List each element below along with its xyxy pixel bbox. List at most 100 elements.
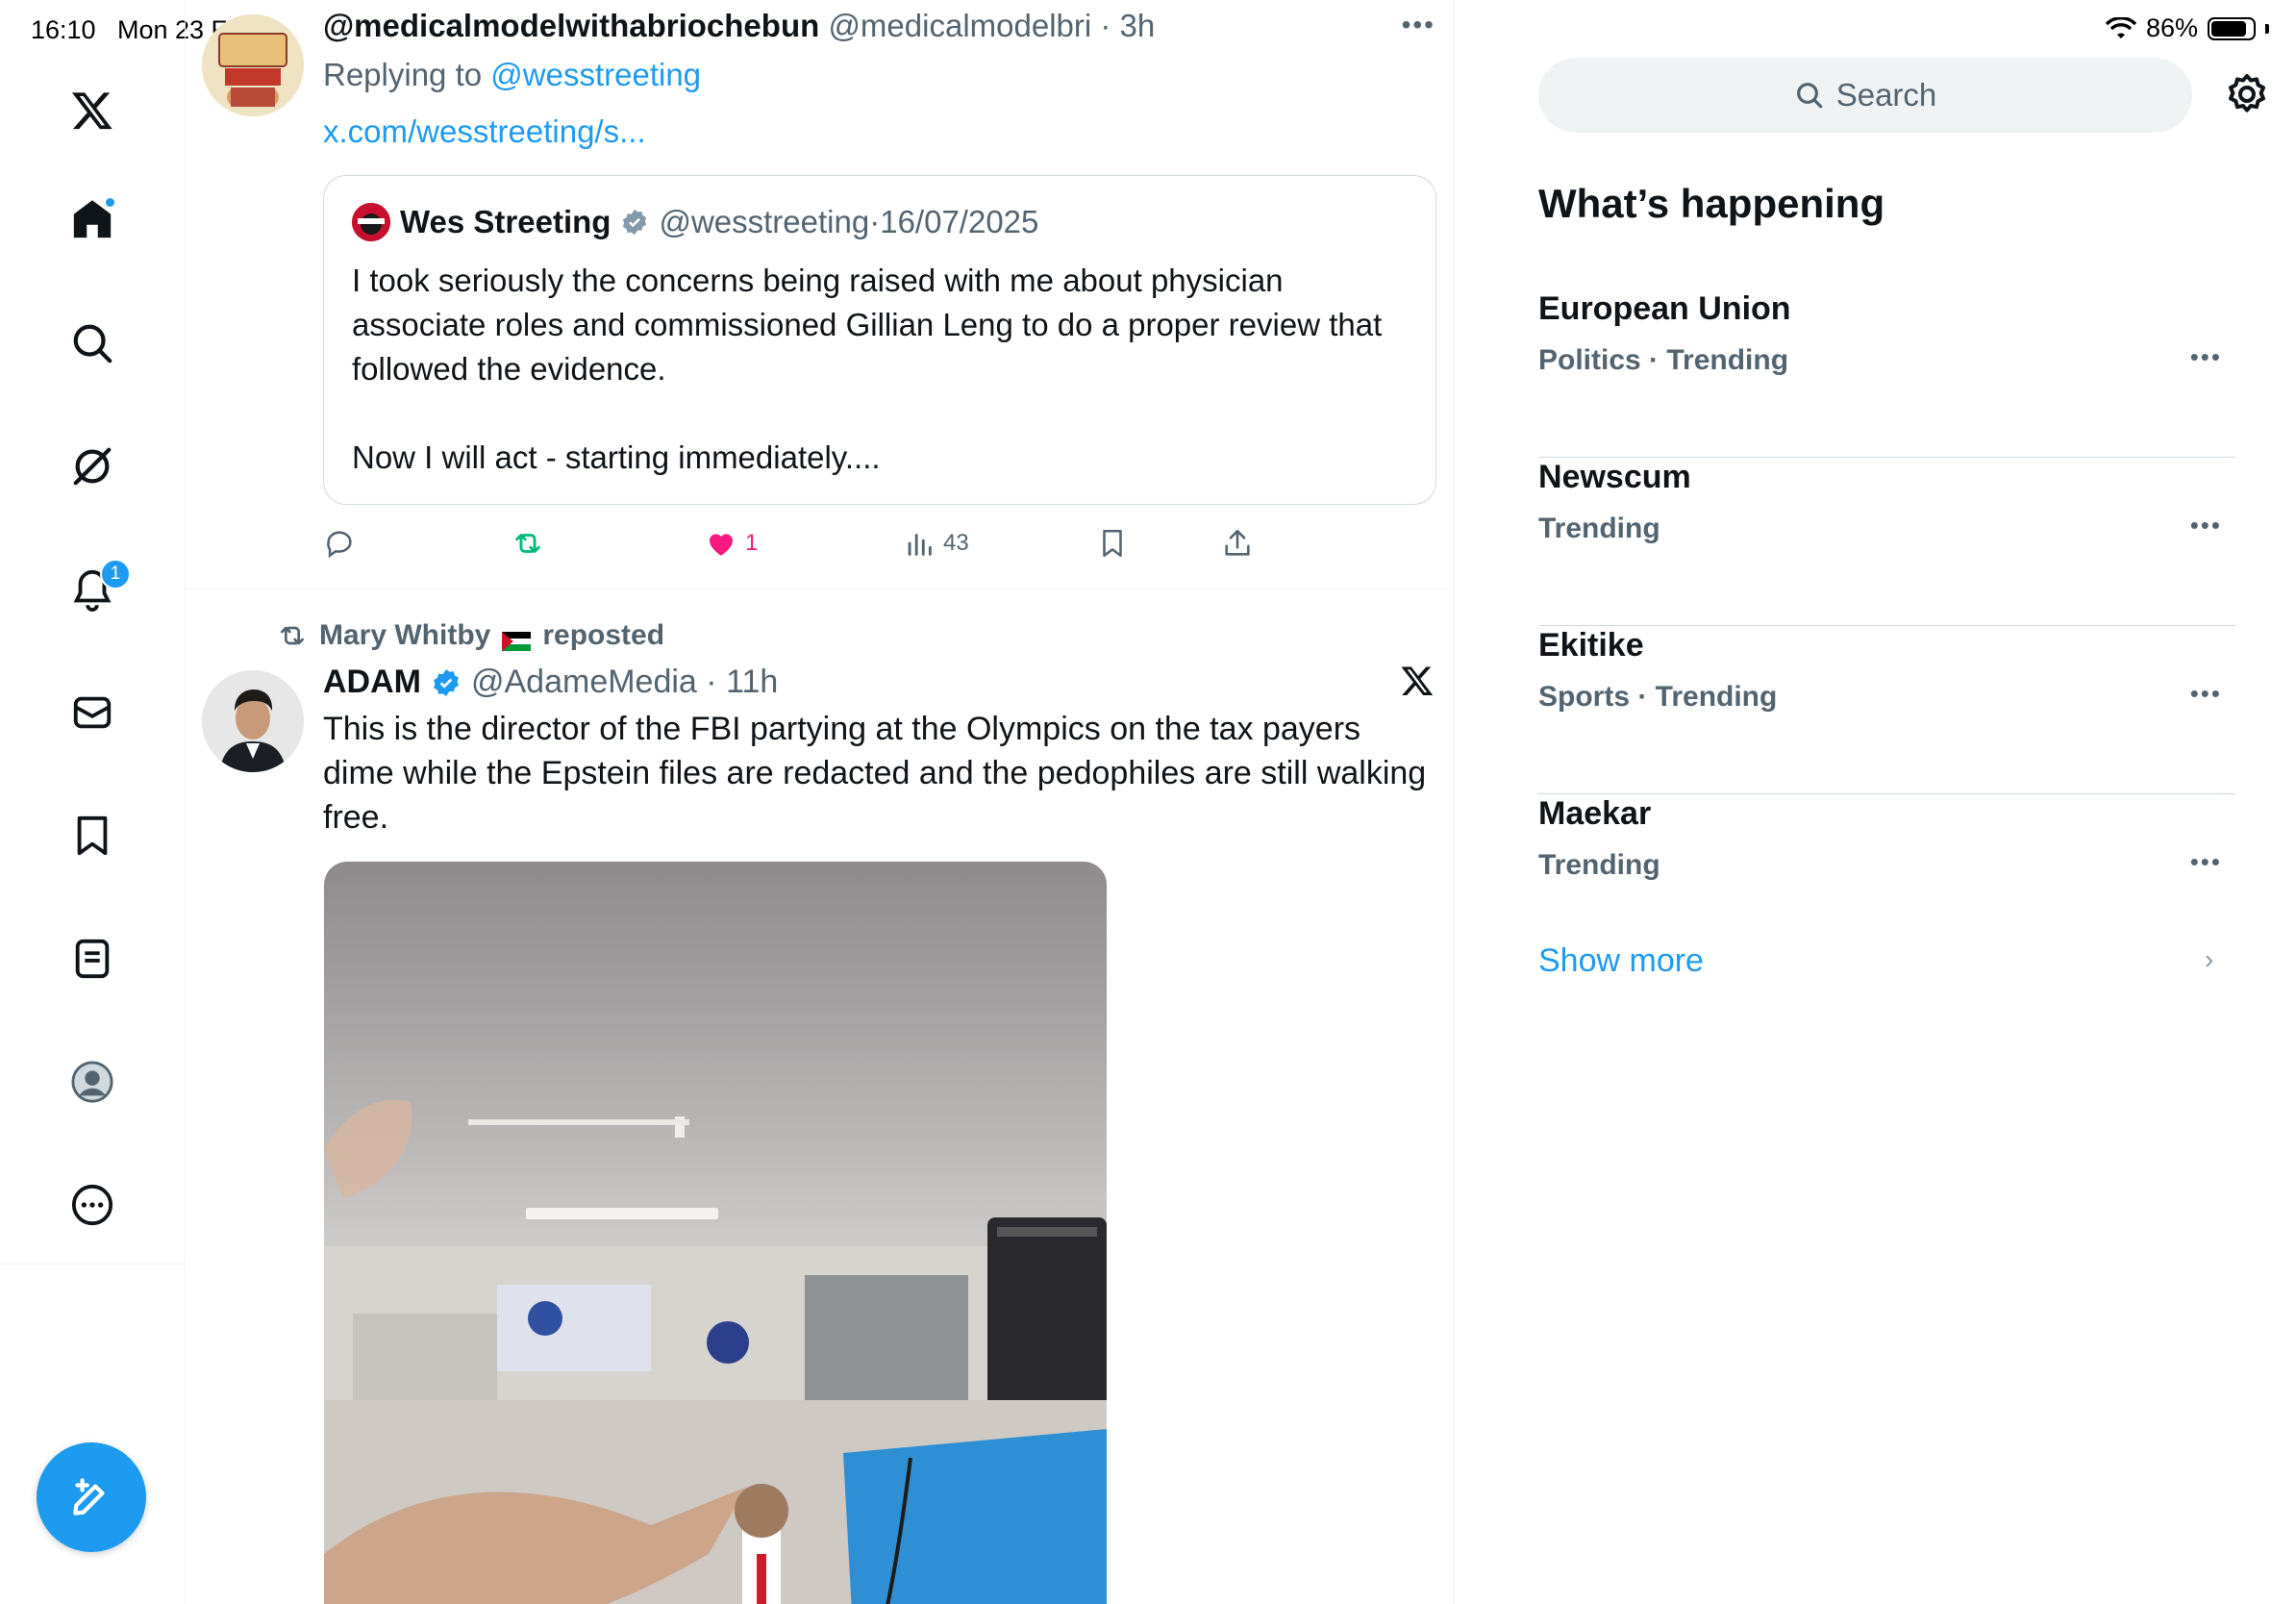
separator-dot: · [696,664,727,700]
avatar[interactable] [202,670,304,772]
verified-icon [623,209,647,236]
profile-icon [71,1061,113,1103]
like-button[interactable]: 1 [705,523,758,564]
trend-meta: Sports · Trending [1538,681,1778,713]
nav-notifications[interactable]: 1 [63,559,131,618]
nav-home[interactable] [63,190,121,248]
trend-item[interactable]: Ekitike Sports · Trending ••• [1538,627,2235,794]
repost-button[interactable] [512,523,544,564]
trend-item[interactable]: Maekar Trending ••• [1538,795,2235,963]
compose-icon [73,1478,105,1516]
trend-item[interactable]: Newscum Trending ••• [1538,459,2235,626]
repost-icon [281,626,304,645]
x-logo-icon[interactable] [1400,664,1435,698]
nav-messages[interactable] [63,684,121,741]
more-options-icon[interactable]: ••• [2190,847,2222,877]
more-options-icon[interactable]: ••• [2190,511,2222,540]
reply-icon [327,531,352,559]
left-nav: 1 [0,0,186,1604]
reposted-by-name[interactable]: Mary Whitby [319,619,490,652]
separator-dot: · [869,204,881,239]
share-icon [1225,529,1250,556]
quote-avatar[interactable] [352,203,390,241]
tweet-header: @medicalmodelwithabriochebun @medicalmod… [323,8,1155,44]
tweet-text: This is the director of the FBI partying… [323,711,1427,836]
handle[interactable]: @medicalmodelbri [828,8,1091,43]
handle[interactable]: @AdameMedia [471,664,697,701]
views-icon [908,534,932,556]
trend-meta: Trending [1538,513,1660,544]
bookmark-icon [77,815,108,856]
video-media[interactable] [324,862,1107,1604]
timestamp[interactable]: 3h [1120,8,1156,43]
trend-meta: Politics · Trending [1538,344,1789,376]
share-button[interactable] [1221,523,1254,564]
bookmark-icon [1103,529,1122,558]
display-name[interactable]: @medicalmodelwithabriochebun [323,8,819,43]
tweet-link[interactable]: x.com/wesstreeting/s... [323,113,646,150]
timeline: @medicalmodelwithabriochebun @medicalmod… [186,0,1455,1604]
repost-context: Mary Whitby reposted [277,619,664,652]
tweet[interactable]: @medicalmodelwithabriochebun @medicalmod… [186,0,1454,589]
like-count: 1 [745,530,759,556]
quote-handle[interactable]: @wesstreeting [659,204,869,240]
avatar-adam-image [202,670,304,772]
palestine-flag-icon [502,626,532,651]
search-icon [1796,83,1823,109]
reposted-label: reposted [542,619,665,651]
nav-divider [0,1264,186,1265]
tweet-actions: 1 43 [323,523,1436,564]
search-placeholder: Search [1835,77,1937,113]
trend-item[interactable]: European Union Politics · Trending ••• [1538,290,2235,458]
more-options-icon[interactable]: ••• [2190,679,2222,709]
nav-profile[interactable] [63,1053,121,1111]
show-more-link[interactable]: Show more [1538,942,1704,980]
nav-more[interactable] [63,1176,121,1234]
replying-to-handle[interactable]: @wesstreeting [490,57,701,92]
separator-dot: · [1091,8,1120,43]
timestamp[interactable]: 11h [726,664,778,701]
avatar[interactable] [202,14,304,116]
verified-icon [434,668,459,696]
nav-lists[interactable] [63,930,121,988]
heart-icon [709,534,734,556]
gear-icon[interactable] [2224,71,2270,117]
home-unread-dot [104,196,116,209]
display-name[interactable]: ADAM [323,664,421,701]
avatar-medical-model-image [202,14,304,116]
list-icon [75,939,110,979]
section-title: What’s happening [1538,181,1885,226]
more-options-icon[interactable]: ••• [2190,342,2222,372]
quoted-tweet[interactable]: Wes Streeting @wesstreeting · 16/07/2025… [323,175,1436,505]
trend-name: Maekar [1538,795,1652,832]
compose-button[interactable] [37,1442,146,1552]
nav-grok[interactable] [63,438,121,495]
chevron-right-icon[interactable]: › [2205,944,2213,975]
trend-name: Newscum [1538,459,1691,495]
trend-meta: Trending [1538,849,1660,881]
repost-icon [515,534,540,553]
replying-to-label: Replying to [323,57,483,92]
more-options-icon[interactable]: ••• [1402,10,1435,40]
trend-name: European Union [1538,290,1791,327]
tweet-header: ADAM @AdameMedia · 11h [323,664,778,701]
bookmark-button[interactable] [1096,523,1129,564]
nav-bookmarks[interactable] [63,807,121,865]
trend-name: Ekitike [1538,627,1644,664]
notifications-badge: 1 [100,559,131,589]
search-bar[interactable]: Search [1538,58,2192,133]
search-icon [73,324,112,363]
quote-paragraph: Now I will act - starting immediately...… [352,439,881,475]
quote-avatar-image [352,203,390,241]
quote-date[interactable]: 16/07/2025 [880,204,1038,240]
nav-explore[interactable] [63,314,121,372]
views-button[interactable]: 43 [903,523,969,564]
x-logo-link[interactable] [63,82,121,139]
more-icon [71,1184,113,1226]
mail-icon [73,696,112,729]
video-thumbnail [324,1099,1107,1604]
quote-header: Wes Streeting @wesstreeting · 16/07/2025 [352,203,1038,241]
quote-display-name[interactable]: Wes Streeting [400,204,611,240]
reply-button[interactable] [323,523,356,564]
